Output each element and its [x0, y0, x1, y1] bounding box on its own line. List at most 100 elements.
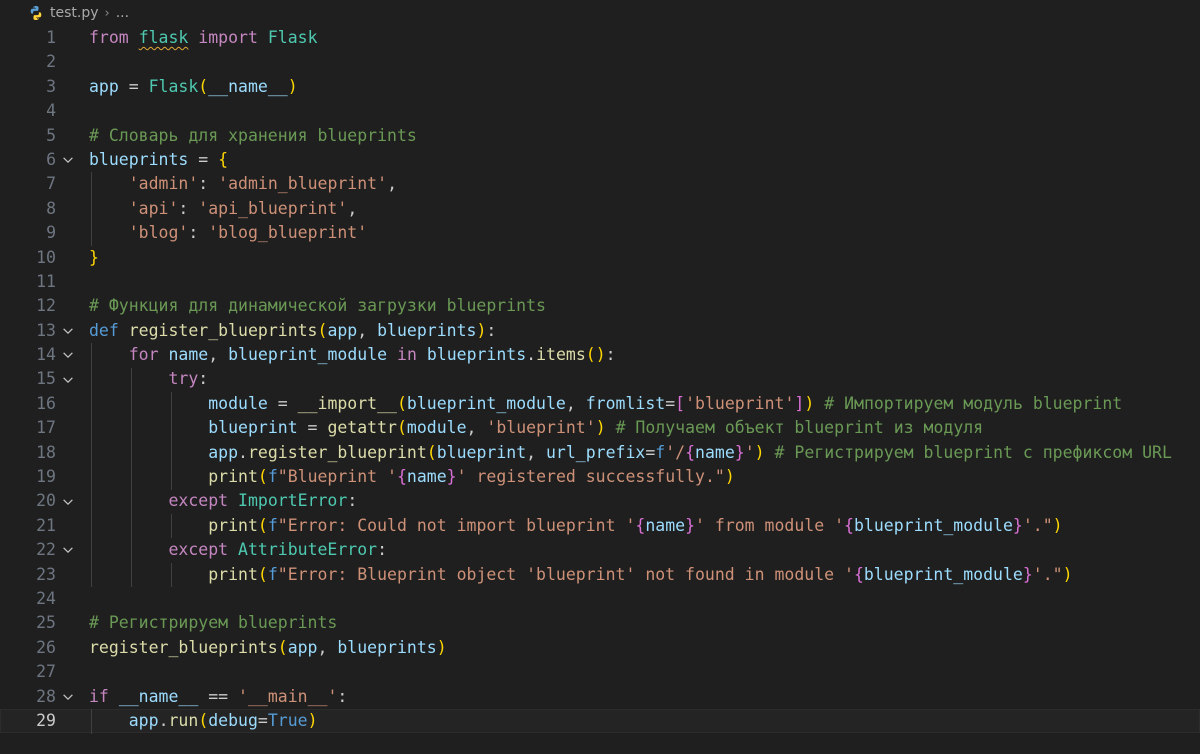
line-number: 3 [46, 76, 56, 96]
line-content[interactable]: blueprint = getattr(module, 'blueprint')… [80, 416, 1200, 440]
code-token: in [397, 345, 417, 365]
line-content[interactable]: app = Flask(__name__) [80, 75, 1200, 99]
indent-guide [91, 709, 92, 734]
line-content[interactable]: 'admin': 'admin_blueprint', [80, 172, 1200, 196]
code-token: } [685, 515, 696, 535]
code-token: '/ [665, 442, 686, 462]
code-token: ( [257, 564, 268, 584]
line-number: 21 [36, 515, 56, 535]
fold-chevron-icon[interactable] [56, 324, 80, 338]
code-line[interactable]: 1 from flask import Flask [0, 26, 1200, 50]
code-line[interactable]: 22 except AttributeError: [0, 538, 1200, 562]
fold-chevron-icon[interactable] [56, 690, 80, 704]
code-line[interactable]: 9 'blog': 'blog_blueprint' [0, 221, 1200, 245]
line-content[interactable]: # Словарь для хранения blueprints [80, 124, 1200, 148]
code-line[interactable]: 23 print(f"Error: Blueprint object 'blue… [0, 563, 1200, 587]
code-lines[interactable]: 1 from flask import Flask 2 3 app = Flask(__… [0, 26, 1200, 734]
code-token: items [536, 345, 586, 365]
line-number: 29 [36, 710, 56, 730]
line-content[interactable]: except ImportError: [80, 489, 1200, 513]
line-content[interactable]: if __name__ == '__main__': [80, 685, 1200, 709]
code-line[interactable]: 18 app.register_blueprint(blueprint, url… [0, 441, 1200, 465]
line-content[interactable]: print(f"Error: Could not import blueprin… [80, 514, 1200, 538]
line-content[interactable]: try: [80, 367, 1200, 391]
code-token: ( [317, 320, 328, 340]
line-content[interactable]: # Функция для динамической загрузки blue… [80, 294, 1200, 318]
code-line[interactable]: 6 blueprints = { [0, 148, 1200, 172]
code-line[interactable]: 4 [0, 99, 1200, 123]
line-content[interactable]: def register_blueprints(app, blueprints)… [80, 319, 1200, 343]
line-content[interactable]: print(f"Blueprint '{name}' registered su… [80, 465, 1200, 489]
code-line[interactable]: 14 for name, blueprint_module in bluepri… [0, 343, 1200, 367]
code-line[interactable]: 2 [0, 50, 1200, 74]
code-token: { [853, 564, 864, 584]
line-content[interactable]: 'blog': 'blog_blueprint' [80, 221, 1200, 245]
code-token: module [208, 393, 268, 413]
code-line[interactable]: 3 app = Flask(__name__) [0, 75, 1200, 99]
line-content[interactable]: } [80, 246, 1200, 270]
line-content[interactable]: # Регистрируем blueprints [80, 611, 1200, 635]
code-line[interactable]: 16 module = __import__(blueprint_module,… [0, 392, 1200, 416]
code-token: } [89, 247, 99, 267]
fold-chevron-icon[interactable] [56, 153, 80, 167]
breadcrumb-file[interactable]: test.py [50, 5, 99, 21]
code-line[interactable]: 21 print(f"Error: Could not import bluep… [0, 514, 1200, 538]
line-content[interactable]: 'api': 'api_blueprint', [80, 197, 1200, 221]
code-editor[interactable]: test.py › ... 1 from flask import Flask 2 3… [0, 0, 1200, 754]
line-content[interactable]: register_blueprints(app, blueprints) [80, 636, 1200, 660]
code-token: . [526, 345, 537, 365]
code-token: ) [287, 76, 298, 96]
fold-chevron-icon[interactable] [56, 348, 80, 362]
code-token: ) [436, 637, 447, 657]
fold-chevron-icon[interactable] [56, 373, 80, 387]
fold-chevron-icon[interactable] [56, 543, 80, 557]
code-token: : [198, 369, 209, 389]
line-number: 20 [36, 491, 56, 511]
code-line[interactable]: 24 [0, 587, 1200, 611]
fold-chevron-icon[interactable] [56, 495, 80, 509]
code-token: ( [396, 393, 407, 413]
code-line[interactable]: 17 blueprint = getattr(module, 'blueprin… [0, 416, 1200, 440]
line-content[interactable]: except AttributeError: [80, 538, 1200, 562]
code-token: ) [724, 467, 735, 487]
line-content[interactable]: for name, blueprint_module in blueprints… [80, 343, 1200, 367]
code-token: , [565, 393, 586, 413]
code-line[interactable]: 11 [0, 270, 1200, 294]
code-token: ( [257, 515, 268, 535]
code-line[interactable]: 15 try: [0, 367, 1200, 391]
code-token: ) [804, 393, 815, 413]
code-line[interactable]: 29 app.run(debug=True) [0, 708, 1200, 734]
code-line[interactable]: 12 # Функция для динамической загрузки bl… [0, 294, 1200, 318]
code-line[interactable]: 8 'api': 'api_blueprint', [0, 197, 1200, 221]
line-number: 9 [46, 223, 56, 243]
code-line[interactable]: 28 if __name__ == '__main__': [0, 685, 1200, 709]
line-content[interactable]: module = __import__(blueprint_module, fr… [80, 392, 1200, 416]
code-line[interactable]: 26 register_blueprints(app, blueprints) [0, 636, 1200, 660]
code-token: try [168, 369, 199, 389]
code-line[interactable]: 5 # Словарь для хранения blueprints [0, 124, 1200, 148]
code-token: "Blueprint ' [277, 467, 397, 487]
code-line[interactable]: 13 def register_blueprints(app, blueprint… [0, 319, 1200, 343]
code-token: ( [198, 710, 209, 730]
code-line[interactable]: 27 [0, 660, 1200, 684]
line-content[interactable]: blueprints = { [80, 148, 1200, 172]
line-number: 15 [36, 369, 56, 389]
line-number: 10 [36, 247, 56, 267]
code-line[interactable]: 20 except ImportError: [0, 489, 1200, 513]
code-line[interactable]: 7 'admin': 'admin_blueprint', [0, 172, 1200, 196]
code-line[interactable]: 25 # Регистрируем blueprints [0, 611, 1200, 635]
code-line[interactable]: 19 print(f"Blueprint '{name}' registered… [0, 465, 1200, 489]
line-content[interactable]: print(f"Error: Blueprint object 'bluepri… [80, 563, 1200, 587]
breadcrumb-symbols[interactable]: ... [116, 5, 129, 21]
line-content[interactable]: from flask import Flask [80, 26, 1200, 50]
code-token: print [208, 564, 258, 584]
code-line[interactable]: 10} [0, 246, 1200, 270]
line-content[interactable]: app.register_blueprint(blueprint, url_pr… [80, 441, 1200, 465]
code-token: 'blog' [128, 223, 189, 243]
code-token: } [1022, 564, 1033, 584]
indent-guide [170, 562, 172, 588]
line-number: 8 [46, 198, 56, 218]
line-content[interactable]: app.run(debug=True) [80, 709, 1200, 733]
